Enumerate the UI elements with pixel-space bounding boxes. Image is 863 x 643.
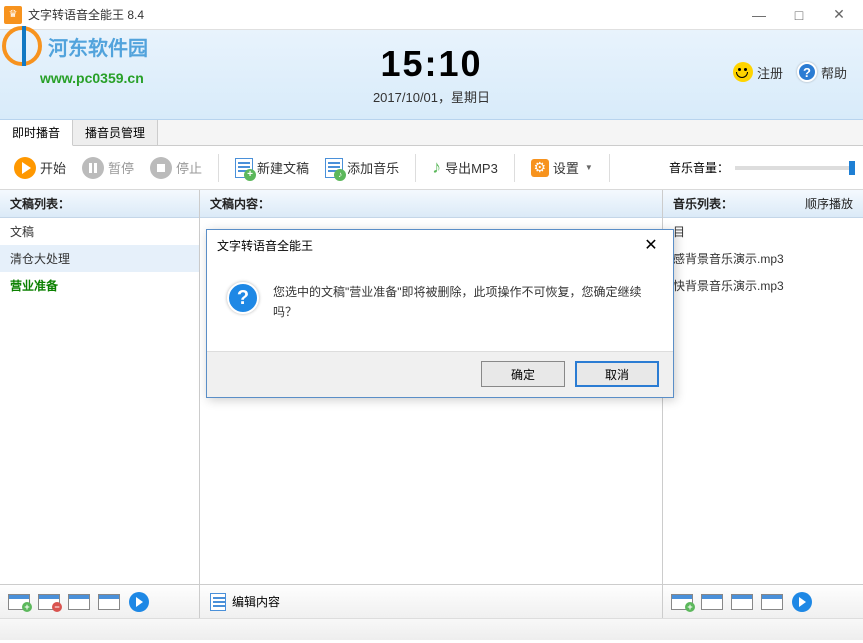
cancel-button[interactable]: 取消 bbox=[575, 361, 659, 387]
ok-button[interactable]: 确定 bbox=[481, 361, 565, 387]
question-icon: ? bbox=[227, 282, 259, 314]
modal-overlay: 文字转语音全能王 ✕ ? 您选中的文稿"营业准备"即将被删除，此项操作不可恢复，… bbox=[0, 0, 863, 643]
dialog-title: 文字转语音全能王 bbox=[217, 237, 313, 254]
dialog-close-button[interactable]: ✕ bbox=[639, 233, 663, 257]
confirm-dialog: 文字转语音全能王 ✕ ? 您选中的文稿"营业准备"即将被删除，此项操作不可恢复，… bbox=[206, 229, 674, 398]
dialog-titlebar: 文字转语音全能王 ✕ bbox=[207, 230, 673, 260]
dialog-message: 您选中的文稿"营业准备"即将被删除，此项操作不可恢复，您确定继续吗？ bbox=[273, 282, 653, 323]
